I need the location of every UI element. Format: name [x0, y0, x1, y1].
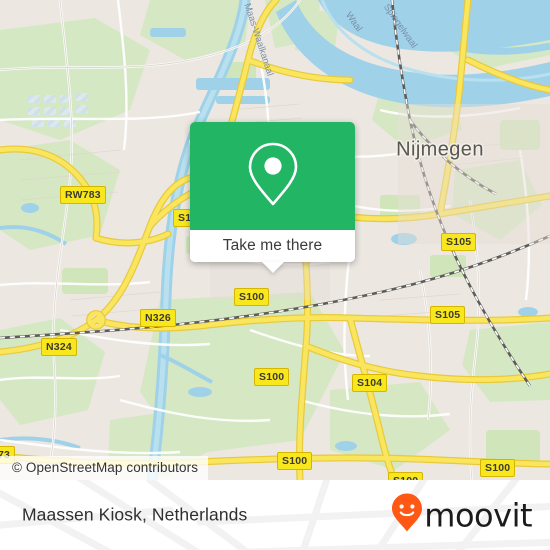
place-callout-card[interactable]: Take me there	[190, 122, 355, 273]
place-title: Maassen Kiosk, Netherlands	[22, 504, 248, 525]
map-pin-icon	[245, 140, 301, 213]
road-shield: N326	[140, 309, 176, 327]
moovit-smiley-pin-icon	[391, 493, 423, 538]
callout-action-label: Take me there	[222, 237, 323, 254]
road-shield: S100	[254, 368, 290, 386]
map-place-label: Nijmegen	[396, 138, 484, 161]
map-attribution: © OpenStreetMap contributors	[0, 456, 209, 480]
road-shield: S100	[388, 472, 424, 480]
callout-pointer-tail	[261, 262, 284, 273]
road-shield: S100	[234, 288, 270, 306]
callout-action[interactable]: Take me there	[190, 230, 355, 273]
moovit-wordmark: moovit	[424, 496, 532, 534]
road-shield: S105	[430, 306, 466, 324]
road-shield: S100	[480, 459, 516, 477]
moovit-logo[interactable]: moovit	[391, 493, 532, 538]
road-shield: N324	[41, 338, 77, 356]
road-shield: S100	[277, 452, 313, 470]
callout-header	[190, 122, 355, 230]
page-footer: Maassen Kiosk, Netherlands moovit	[0, 480, 550, 550]
road-shield: S104	[352, 374, 388, 392]
road-shield: S105	[441, 233, 477, 251]
road-shield: RW783	[60, 186, 106, 204]
moovit-place-card: Nijmegen Maas-Waalkanaal Waal Spiegelwaa…	[0, 0, 550, 550]
